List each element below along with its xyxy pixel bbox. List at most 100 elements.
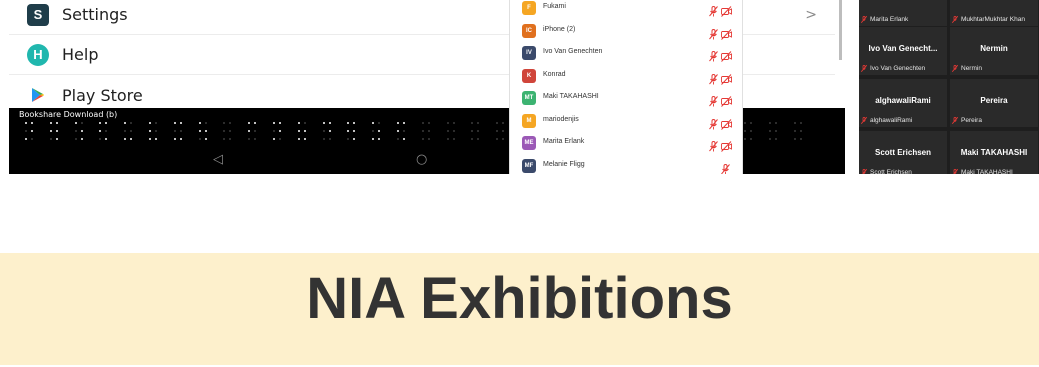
braille-dot <box>149 122 151 124</box>
braille-dot <box>427 138 430 140</box>
braille-dot <box>204 130 207 132</box>
camera-off-icon[interactable] <box>721 25 732 40</box>
braille-dot <box>775 130 777 132</box>
participant-row[interactable]: MF Melanie Fligg <box>510 156 742 174</box>
video-tile-label: alghawaliRami <box>861 117 912 124</box>
mic-muted-icon[interactable] <box>709 70 718 84</box>
participant-name: Konrad <box>543 70 566 78</box>
braille-dot <box>297 122 300 124</box>
participant-row[interactable]: Mmariodenjis <box>510 111 742 133</box>
braille-dot <box>477 138 480 140</box>
braille-dot <box>31 122 33 124</box>
video-grid: Marita Erlank MukhtarMukhtar Khan Ivo Van … <box>859 0 1039 174</box>
participant-name: mariodenjis <box>543 115 579 123</box>
mic-muted-icon[interactable] <box>709 137 718 152</box>
braille-dot <box>74 138 77 140</box>
camera-off-icon[interactable] <box>721 2 732 17</box>
video-tile[interactable]: Maki TAKAHASHI Maki TAKAHASHI <box>950 131 1038 174</box>
braille-dot <box>55 122 58 124</box>
video-tile[interactable]: Nermin Nermin <box>950 27 1038 75</box>
mic-muted-icon[interactable] <box>709 115 718 129</box>
chevron-right-icon: > <box>805 6 817 23</box>
braille-dot <box>273 122 275 124</box>
participant-row[interactable]: IV Ivo Van Genechten <box>510 43 742 65</box>
video-tile[interactable]: Marita Erlank <box>859 0 947 26</box>
braille-dot <box>31 138 33 140</box>
participant-row[interactable]: ME Marita Erlank <box>510 133 742 155</box>
braille-cell <box>149 122 157 144</box>
braille-dot <box>173 138 176 140</box>
braille-dot <box>80 130 83 132</box>
braille-display-title: Bookshare Download (b) <box>19 110 118 119</box>
settings-s-icon: S <box>27 3 49 26</box>
braille-cell <box>744 122 753 144</box>
participant-avatar: MT <box>522 91 536 105</box>
braille-dot <box>204 138 207 140</box>
camera-off-icon[interactable] <box>721 47 732 62</box>
mic-muted-icon[interactable] <box>721 160 730 174</box>
mic-muted-icon <box>952 65 961 72</box>
braille-dot <box>124 122 127 124</box>
braille-dot <box>80 122 83 124</box>
braille-dot <box>55 130 58 132</box>
camera-off-icon[interactable] <box>721 92 732 107</box>
video-tile[interactable]: Scott Erichsen Scott Erichsen <box>859 131 947 174</box>
video-tile[interactable]: Pereira Pereira <box>950 79 1038 127</box>
video-tile-label-text: Maki TAKAHASHI <box>961 169 1013 174</box>
braille-dot <box>353 138 356 140</box>
braille-dot <box>403 130 405 132</box>
participant-name: Marita Erlank <box>543 138 585 145</box>
braille-dot <box>452 130 455 132</box>
braille-dot <box>303 138 306 140</box>
help-h-icon: H <box>27 43 49 66</box>
video-tile-label: Nermin <box>952 65 982 72</box>
video-tile[interactable]: Ivo Van Genecht... Ivo Van Genechten <box>859 27 947 75</box>
braille-dot <box>471 122 474 124</box>
participant-avatar: ME <box>522 136 536 150</box>
mic-muted-icon <box>952 16 961 23</box>
video-tile-name: Ivo Van Genecht... <box>868 44 938 53</box>
home-icon[interactable]: ○ <box>416 152 427 167</box>
braille-dot <box>496 122 499 124</box>
mic-muted-icon[interactable] <box>709 2 718 17</box>
braille-dot <box>198 138 201 140</box>
braille-dot <box>372 130 375 132</box>
participant-name: Ivo Van Genechten <box>543 48 603 55</box>
braille-dot <box>471 130 474 132</box>
video-tile[interactable]: MukhtarMukhtar Khan <box>950 0 1038 26</box>
participant-row[interactable]: IC iPhone (2) <box>510 21 742 43</box>
banner-title: NIA Exhibitions <box>306 266 733 331</box>
braille-cell <box>198 122 207 144</box>
braille-dot <box>279 130 281 132</box>
play-store-icon <box>27 84 49 106</box>
braille-cell <box>99 122 108 144</box>
participant-name: Melanie Fligg <box>543 160 585 168</box>
mic-muted-icon[interactable] <box>709 47 718 62</box>
mic-muted-icon[interactable] <box>709 92 718 107</box>
braille-dot <box>279 122 281 124</box>
video-tile-label: Pereira <box>952 117 982 124</box>
braille-dot <box>303 122 306 124</box>
mic-muted-icon <box>861 16 870 23</box>
scrollbar[interactable] <box>839 0 842 60</box>
back-icon[interactable]: ◁ <box>213 152 223 167</box>
braille-dot <box>793 122 796 124</box>
participant-row[interactable]: MT Maki TAKAHASHI <box>510 88 742 110</box>
mic-muted-icon[interactable] <box>709 25 718 39</box>
braille-cell <box>297 122 306 144</box>
braille-dot <box>471 138 474 140</box>
participant-row[interactable]: F Fukami <box>510 0 742 20</box>
video-tile[interactable]: alghawaliRami alghawaliRami <box>859 79 947 127</box>
camera-off-icon[interactable] <box>721 137 732 152</box>
braille-dot <box>353 122 356 124</box>
braille-dot <box>179 130 182 132</box>
braille-dot <box>427 122 430 124</box>
braille-dot <box>496 130 499 132</box>
braille-dot <box>74 130 77 132</box>
camera-off-icon[interactable] <box>721 70 732 85</box>
braille-cell <box>496 122 505 144</box>
braille-dot <box>421 130 424 132</box>
braille-dot <box>775 122 777 124</box>
participant-row[interactable]: K Konrad <box>510 66 742 88</box>
camera-off-icon[interactable] <box>721 115 732 130</box>
